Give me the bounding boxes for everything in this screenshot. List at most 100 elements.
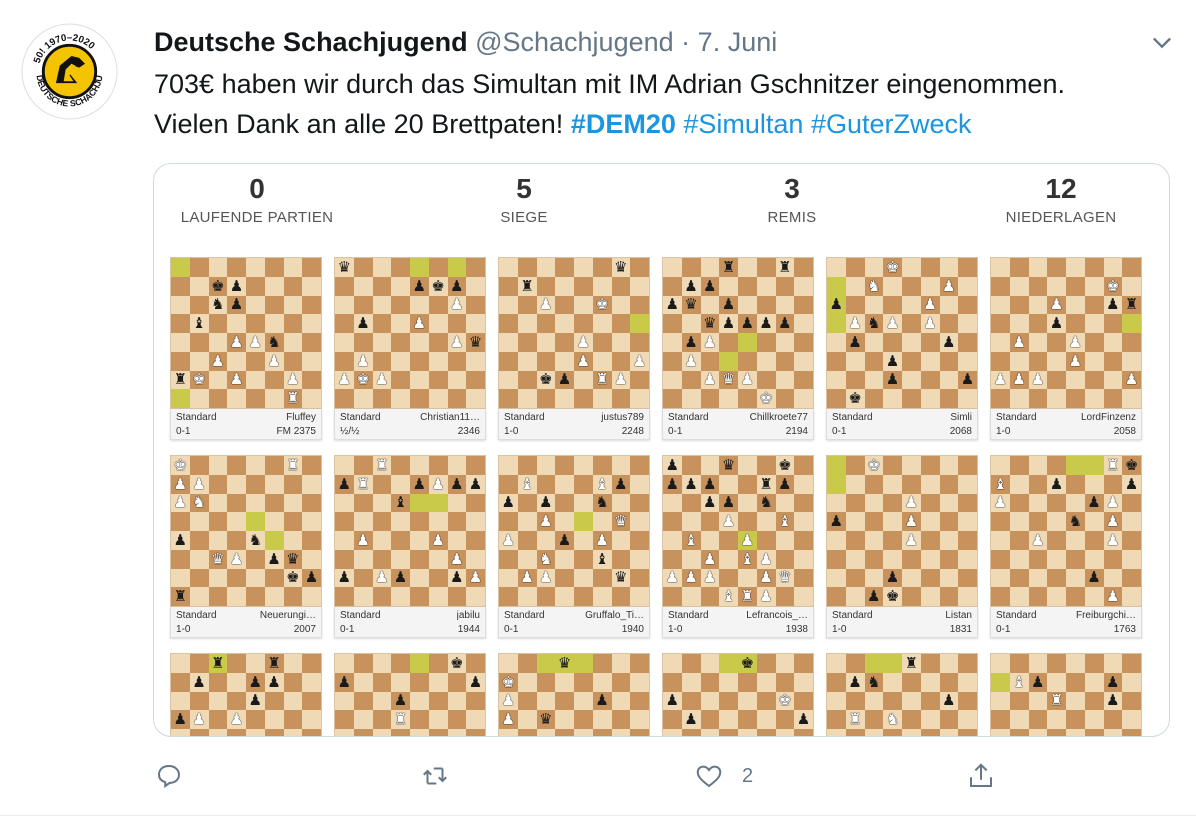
board-square bbox=[756, 295, 776, 315]
game-tile[interactable]: ♟ ♛ ♚ ♟ ♟ ♟ ♜ ♟ ♟ ♟ ♞ ♟ ♝ ♝ ♟ ♟ ♝ ♟ ♟ ♟ ♟ ♟ ♛ ♝ ♜ ♟ Standard Lefran… bbox=[662, 455, 814, 638]
board-square bbox=[246, 456, 265, 475]
board-square bbox=[1084, 549, 1104, 569]
board-square: ♟ bbox=[499, 710, 518, 729]
board-square bbox=[574, 258, 593, 277]
chess-piece: ♚ bbox=[778, 691, 792, 710]
hashtag-guterzweck[interactable]: #GuterZweck bbox=[811, 109, 972, 139]
board-square bbox=[1084, 351, 1104, 371]
game-tile[interactable]: ♜ ♜ ♟ ♟ ♟ ♟ ♟ ♟ ♟ bbox=[170, 653, 322, 736]
author-name[interactable]: Deutsche Schachjugend bbox=[154, 27, 468, 57]
board-square bbox=[555, 672, 574, 692]
game-tile[interactable]: ♚ ♟ ♟ ♟ ♜ bbox=[334, 653, 486, 736]
chess-piece: ♟ bbox=[248, 691, 263, 710]
game-tile[interactable]: ♜ ♜ ♟ ♟ ♟ ♛ ♟ ♛ ♟ ♟ ♟ ♟ ♟ ♟ ♟ ♟ ♛ ♟ ♚ Standard Chillkroete77… bbox=[662, 257, 814, 440]
board-square bbox=[611, 587, 631, 606]
game-tile[interactable]: ♝ ♟ ♟ ♜ ♟ bbox=[990, 653, 1142, 736]
share-button[interactable] bbox=[966, 756, 996, 796]
board-square: ♟ bbox=[827, 295, 846, 315]
board-square: ♟ bbox=[264, 549, 284, 569]
board-square bbox=[883, 493, 902, 513]
chess-piece: ♝ bbox=[520, 474, 534, 493]
game-tile[interactable]: ♝ ♝ ♟ ♟ ♟ ♞ ♟ ♛ ♟ ♟ ♟ ♞ ♝ ♟ ♟ ♛ Standard Gruffalo_Ti… 0-1 1… bbox=[498, 455, 650, 638]
board-square bbox=[517, 333, 537, 352]
board-square: ♚ bbox=[883, 258, 902, 277]
board-square bbox=[517, 672, 537, 692]
hashtag-simultan[interactable]: #Simultan bbox=[683, 109, 803, 139]
board-square: ♜ bbox=[208, 654, 228, 673]
media-card[interactable]: 0 LAUFENDE PARTIEN 5 SIEGE 3 REMIS 12 NI… bbox=[153, 163, 1170, 737]
board-square: ♞ bbox=[264, 333, 284, 352]
board-square: ♟ bbox=[611, 474, 631, 494]
chess-piece: ♟ bbox=[1106, 512, 1120, 531]
like-button[interactable]: 2 bbox=[694, 756, 753, 796]
chevron-down-icon[interactable] bbox=[1148, 28, 1176, 56]
game-tile[interactable]: ♚ ♞ ♟ ♟ ♟ ♟ ♞ ♟ ♟ ♟ ♟ ♟ ♟ ♟ ♚ Standard Simli 0-1 2068 bbox=[826, 257, 978, 440]
game-tile[interactable]: ♛ ♜ ♟ ♚ ♟ ♟ ♟ ♚ ♟ ♜ ♟ Standard justus789 1-0 2248 bbox=[498, 257, 650, 440]
board-square bbox=[574, 474, 593, 494]
game-tile[interactable]: ♚ ♟ ♟ ♟ ♟ ♟ ♟ ♚ Standard Listan 1-0 1831 bbox=[826, 455, 978, 638]
game-tile[interactable]: ♚ ♟ ♞ ♟ ♝ ♟ ♟ ♞ ♟ ♟ ♜ ♚ ♟ ♟ ♜ Standard Fluffey 0-1 FM 2375 bbox=[170, 257, 322, 440]
board-square: ♟ bbox=[335, 672, 354, 692]
board-square bbox=[920, 531, 940, 550]
board-square bbox=[663, 531, 682, 550]
tweet-date[interactable]: 7. Juni bbox=[698, 27, 778, 57]
chess-piece: ♟ bbox=[393, 568, 408, 587]
board-square bbox=[466, 370, 485, 390]
board-square bbox=[410, 370, 429, 390]
board-square: ♟ bbox=[466, 474, 485, 494]
board-square bbox=[246, 314, 265, 333]
game-tile[interactable]: ♛ ♟ ♚ ♟ ♟ ♟ ♟ ♟ ♛ ♟ ♟ ♚ ♟ Standard Christian11… ½/½ 2346 bbox=[334, 257, 486, 440]
chess-piece: ♟ bbox=[885, 568, 900, 587]
reply-button[interactable] bbox=[154, 756, 184, 796]
board-square bbox=[555, 389, 574, 408]
board-square bbox=[1084, 370, 1104, 390]
avatar[interactable]: 50! 1970–2020 DEUTSCHE SCHACHJUGEND bbox=[18, 15, 118, 120]
board-square bbox=[1066, 389, 1085, 408]
chess-piece: ♟ bbox=[993, 370, 1008, 389]
chess-piece: ♟ bbox=[356, 314, 370, 333]
game-tile[interactable]: ♚ ♟ ♟ ♜ ♟ ♟ ♟ ♟ ♟ ♟ ♟ ♟ Standard LordFinzenz 1-0 2058 bbox=[990, 257, 1142, 440]
chess-piece: ♟ bbox=[904, 530, 919, 549]
game-tile[interactable]: ♚ ♟ ♚ ♟ ♟ bbox=[662, 653, 814, 736]
board-square: ♟ bbox=[1028, 672, 1048, 692]
game-tile[interactable]: ♜ ♟ ♞ ♟ ♜ ♞ bbox=[826, 653, 978, 736]
author-handle[interactable]: @Schachjugend bbox=[475, 27, 674, 57]
board-square bbox=[794, 729, 813, 736]
board-square bbox=[958, 587, 977, 606]
chess-piece: ♟ bbox=[356, 530, 370, 549]
chess-piece: ♟ bbox=[1031, 370, 1045, 389]
board-square bbox=[663, 276, 682, 296]
board-square bbox=[208, 531, 228, 550]
board-square bbox=[1103, 474, 1123, 494]
board-square bbox=[171, 314, 190, 333]
chess-piece: ♟ bbox=[450, 474, 464, 493]
board-square bbox=[827, 276, 846, 296]
game-tile[interactable]: ♛ ♚ ♟ ♟ ♟ ♛ bbox=[498, 653, 650, 736]
chess-piece: ♟ bbox=[1124, 370, 1139, 389]
board-square bbox=[208, 729, 228, 736]
board-square bbox=[1103, 258, 1123, 277]
board-square bbox=[189, 568, 209, 588]
board-square bbox=[991, 456, 1010, 475]
board-square bbox=[171, 389, 190, 408]
game-tile[interactable]: ♜ ♟ ♜ ♟ ♟ ♟ ♟ ♝ ♟ ♟ ♟ ♟ ♟ ♟ ♟ ♟ Standard jabilu 0-1 1944 bbox=[334, 455, 486, 638]
board-square bbox=[1028, 568, 1048, 588]
board-square bbox=[264, 512, 284, 531]
board-square bbox=[958, 672, 977, 692]
board-square bbox=[681, 654, 701, 673]
game-tile[interactable]: ♚ ♜ ♟ ♟ ♟ ♞ ♟ ♞ ♛ ♟ ♟ ♛ ♚ ♟ ♜ Standard Neuerungi… 1-0 2007 bbox=[170, 455, 322, 638]
board-square bbox=[1028, 351, 1048, 371]
board-square bbox=[246, 276, 265, 296]
chess-piece: ♟ bbox=[337, 568, 352, 587]
board-square bbox=[1028, 333, 1048, 352]
board-square bbox=[1009, 549, 1029, 569]
board-square bbox=[845, 549, 865, 569]
chess-piece: ♟ bbox=[778, 474, 792, 493]
hashtag-dem20[interactable]: #DEM20 bbox=[571, 109, 676, 139]
chess-piece: ♜ bbox=[1049, 691, 1064, 710]
game-tile[interactable]: ♜ ♚ ♝ ♟ ♟ ♟ ♟ ♟ ♞ ♟ ♟ ♟ ♟ ♟ Standard Freiburgchi… 0-1 176… bbox=[990, 455, 1142, 638]
board-square bbox=[794, 531, 813, 550]
board-square bbox=[283, 691, 303, 711]
retweet-button[interactable] bbox=[420, 756, 450, 796]
board-square bbox=[264, 710, 284, 729]
